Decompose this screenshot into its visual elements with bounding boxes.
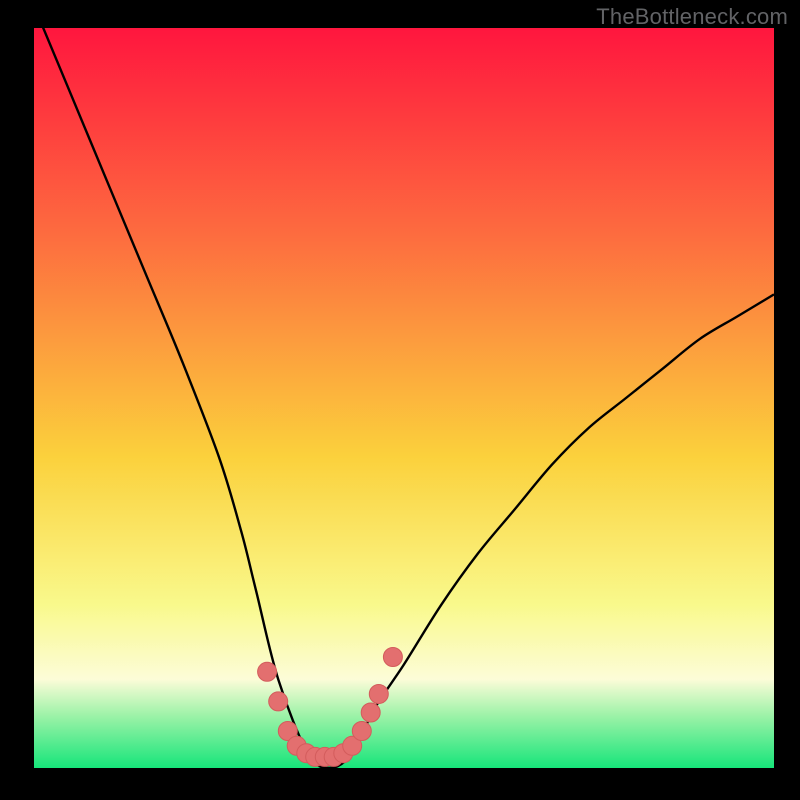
- watermark-text: TheBottleneck.com: [596, 4, 788, 30]
- valley-marker: [383, 648, 402, 667]
- valley-marker: [361, 703, 380, 722]
- chart-svg: [0, 0, 800, 800]
- valley-marker: [258, 662, 277, 681]
- valley-marker: [369, 685, 388, 704]
- valley-marker: [269, 692, 288, 711]
- chart-stage: TheBottleneck.com: [0, 0, 800, 800]
- valley-marker: [352, 722, 371, 741]
- plot-background: [34, 28, 774, 768]
